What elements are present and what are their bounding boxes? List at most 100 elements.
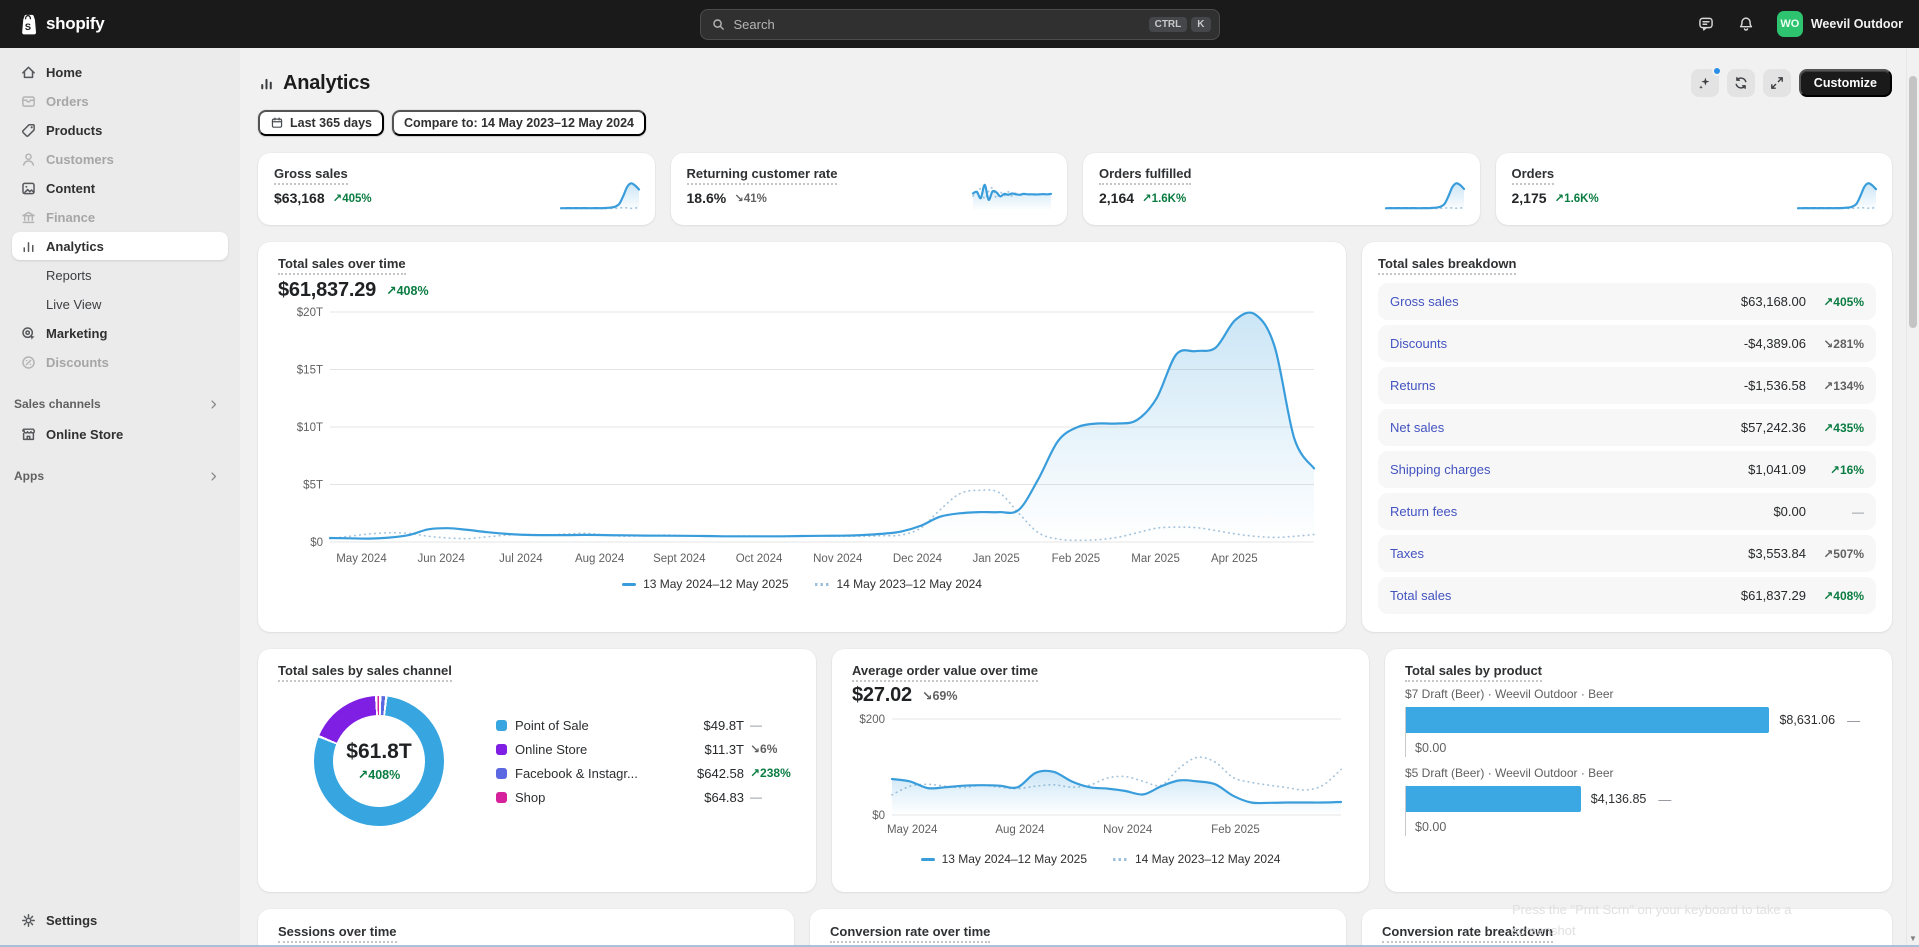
- total-sales-line-chart[interactable]: $20T$15T$10T$5T$0May 2024Jun 2024Jul 202…: [278, 302, 1324, 568]
- breakdown-label[interactable]: Return fees: [1390, 504, 1773, 519]
- breakdown-row[interactable]: Returns -$1,536.58 ↗134%: [1378, 367, 1876, 404]
- sidebar-item-settings[interactable]: Settings: [12, 906, 228, 934]
- sidebar-item[interactable]: Reports: [12, 261, 228, 289]
- notifications-bell-icon[interactable]: [1737, 15, 1755, 33]
- sidebar-item[interactable]: Content: [12, 174, 228, 202]
- sidebar-section-apps[interactable]: Apps: [12, 464, 228, 488]
- topbar: S shopify Search CTRL K WO Weevil Outdoo…: [0, 0, 1919, 48]
- breakdown-row[interactable]: Return fees $0.00 —: [1378, 493, 1876, 530]
- page-title: Analytics: [283, 72, 370, 95]
- breakdown-label[interactable]: Net sales: [1390, 420, 1741, 435]
- home-icon: [20, 64, 37, 81]
- chart-title[interactable]: Total sales over time: [278, 256, 406, 275]
- total-sales-value: $61,837.29: [278, 279, 376, 302]
- svg-text:Sept 2024: Sept 2024: [653, 553, 706, 565]
- customize-button[interactable]: Customize: [1799, 69, 1892, 97]
- breakdown-label[interactable]: Gross sales: [1390, 294, 1741, 309]
- sidebar-item-label: Finance: [46, 210, 95, 225]
- section-label: Apps: [14, 469, 44, 483]
- page-header: Analytics Customize: [258, 68, 1892, 98]
- sidebar-item[interactable]: Marketing: [12, 319, 228, 347]
- sales-channel-donut[interactable]: $61.8T ↗408%: [314, 696, 444, 826]
- sidebar-item[interactable]: Home: [12, 58, 228, 86]
- breakdown-value: $1,041.09: [1748, 462, 1806, 477]
- sidebar-item-label: Home: [46, 65, 82, 80]
- svg-text:Feb 2025: Feb 2025: [1211, 824, 1260, 836]
- sidebar-item[interactable]: Orders: [12, 87, 228, 115]
- partial-card-title[interactable]: Conversion rate over time: [830, 924, 990, 943]
- metric-card[interactable]: Returning customer rate 18.6% ↘41%: [671, 153, 1068, 225]
- compare-to-button[interactable]: Compare to: 14 May 2023–12 May 2024: [392, 110, 646, 136]
- legend-solid-marker: [921, 858, 935, 861]
- brand-wordmark: shopify: [46, 14, 104, 34]
- expand-button[interactable]: [1763, 69, 1791, 97]
- breakdown-value: -$4,389.06: [1744, 336, 1806, 351]
- svg-text:$5T: $5T: [303, 480, 323, 492]
- sidebar-item[interactable]: Products: [12, 116, 228, 144]
- breakdown-row[interactable]: Total sales $61,837.29 ↗408%: [1378, 577, 1876, 614]
- next-cards-row: Sessions over time Conversion rate over …: [258, 909, 1892, 947]
- breakdown-label[interactable]: Taxes: [1390, 546, 1748, 561]
- store-avatar: WO: [1777, 11, 1803, 37]
- shopify-logo[interactable]: S shopify: [0, 11, 104, 37]
- metric-card[interactable]: Orders 2,175 ↗1.6K%: [1496, 153, 1893, 225]
- scrollbar-down-arrow[interactable]: ▼: [1907, 934, 1919, 943]
- channel-label: Shop: [515, 790, 684, 805]
- legend-swatch: [496, 744, 507, 755]
- sidebar-item[interactable]: Analytics: [12, 232, 228, 260]
- breakdown-label[interactable]: Total sales: [1390, 588, 1741, 603]
- store-account-menu[interactable]: WO Weevil Outdoor: [1777, 11, 1903, 37]
- sidebar-section-sales-channels[interactable]: Sales channels: [12, 392, 228, 416]
- channel-legend-item[interactable]: Facebook & Instagr... $642.58 ↗238%: [496, 766, 796, 781]
- scrollbar-thumb[interactable]: [1909, 76, 1917, 328]
- channel-legend-item[interactable]: Online Store $11.3T ↘6%: [496, 742, 796, 757]
- channel-chart-title[interactable]: Total sales by sales channel: [278, 663, 452, 682]
- breakdown-label[interactable]: Returns: [1390, 378, 1744, 393]
- search-placeholder: Search: [734, 17, 775, 32]
- channel-delta: ↗238%: [750, 766, 796, 780]
- scrollbar[interactable]: ▼: [1906, 48, 1919, 947]
- content-icon: [20, 180, 37, 197]
- sidebar-item-label: Content: [46, 181, 95, 196]
- sidekick-icon[interactable]: [1697, 15, 1715, 33]
- partial-card-title[interactable]: Sessions over time: [278, 924, 397, 943]
- svg-text:Oct 2024: Oct 2024: [736, 553, 783, 565]
- sidebar-item[interactable]: Customers: [12, 145, 228, 173]
- breakdown-label[interactable]: Discounts: [1390, 336, 1744, 351]
- metric-card[interactable]: Gross sales $63,168 ↗405%: [258, 153, 655, 225]
- product-bar[interactable]: [1406, 707, 1769, 733]
- sidebar-item[interactable]: Finance: [12, 203, 228, 231]
- svg-text:Aug 2024: Aug 2024: [995, 824, 1045, 836]
- channel-legend-item[interactable]: Shop $64.83 —: [496, 790, 796, 805]
- gear-icon: [20, 912, 37, 929]
- product-bar[interactable]: [1406, 786, 1581, 812]
- customers-icon: [20, 151, 37, 168]
- refresh-button[interactable]: [1727, 69, 1755, 97]
- breakdown-row[interactable]: Shipping charges $1,041.09 ↗16%: [1378, 451, 1876, 488]
- search-input[interactable]: Search CTRL K: [700, 9, 1220, 40]
- insights-magic-button[interactable]: [1691, 69, 1719, 97]
- metric-value: 2,164: [1099, 190, 1134, 206]
- breakdown-title[interactable]: Total sales breakdown: [1378, 256, 1516, 275]
- breakdown-label[interactable]: Shipping charges: [1390, 462, 1748, 477]
- svg-text:Jun 2024: Jun 2024: [418, 553, 466, 565]
- breakdown-row[interactable]: Taxes $3,553.84 ↗507%: [1378, 535, 1876, 572]
- metric-card[interactable]: Orders fulfilled 2,164 ↗1.6K%: [1083, 153, 1480, 225]
- sidebar-item[interactable]: Discounts: [12, 348, 228, 376]
- sidebar-item-label: Products: [46, 123, 102, 138]
- channel-value: $49.8T: [684, 718, 744, 733]
- sidebar-item-online-store[interactable]: Online Store: [12, 420, 228, 448]
- product-chart-title[interactable]: Total sales by product: [1405, 663, 1542, 682]
- partial-card-title[interactable]: Conversion rate breakdown: [1382, 924, 1553, 943]
- chart-legend: 13 May 2024–12 May 2025 14 May 2023–12 M…: [278, 577, 1326, 591]
- breakdown-row[interactable]: Net sales $57,242.36 ↗435%: [1378, 409, 1876, 446]
- aov-line-chart[interactable]: $200$0May 2024Aug 2024Nov 2024Feb 2025: [852, 711, 1349, 839]
- channel-legend-item[interactable]: Point of Sale $49.8T —: [496, 718, 796, 733]
- breakdown-row[interactable]: Gross sales $63,168.00 ↗405%: [1378, 283, 1876, 320]
- breakdown-row[interactable]: Discounts -$4,389.06 ↘281%: [1378, 325, 1876, 362]
- ctrl-key: CTRL: [1149, 17, 1188, 32]
- date-range-button[interactable]: Last 365 days: [258, 110, 384, 136]
- product-value: $8,631.06: [1779, 713, 1835, 727]
- aov-chart-title[interactable]: Average order value over time: [852, 663, 1038, 682]
- sidebar-item[interactable]: Live View: [12, 290, 228, 318]
